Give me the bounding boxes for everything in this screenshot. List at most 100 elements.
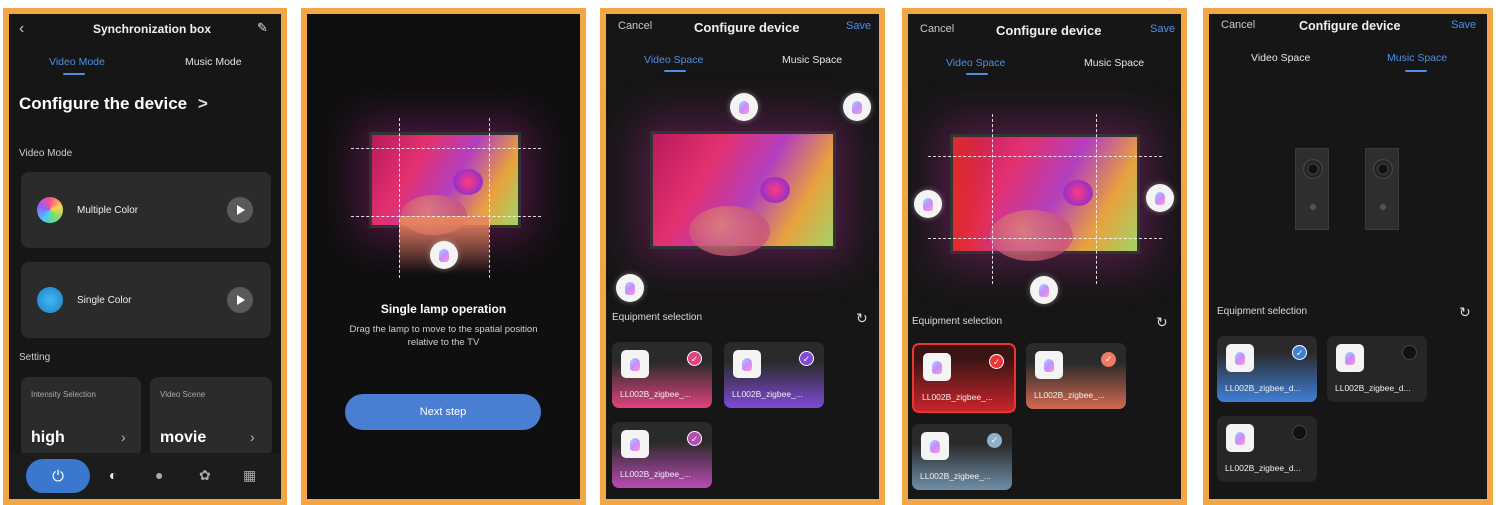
power-icon[interactable]: ⏻	[26, 459, 90, 493]
unchecked-circle-icon[interactable]	[1292, 425, 1307, 440]
lamp-bulb-icon[interactable]	[914, 190, 942, 218]
setting-value: high	[31, 429, 65, 446]
configure-video-grid-screen: Cancel Configure device Save Video Space…	[908, 14, 1181, 499]
configure-device-link[interactable]: Configure the device >	[19, 94, 208, 114]
device-card[interactable]: ✓ LL002B_zigbee_d...	[1217, 336, 1317, 402]
grid-line	[992, 114, 993, 284]
check-icon[interactable]: ✓	[1101, 352, 1116, 367]
bulb-icon	[1226, 424, 1254, 452]
device-card[interactable]: ✓ LL002B_zigbee_...	[1026, 343, 1126, 409]
device-name: LL002B_zigbee_d...	[1225, 383, 1301, 393]
device-card[interactable]: ✓ LL002B_zigbee_...	[612, 422, 712, 488]
bottom-tab-bar: ⏻ ◐ ● ✿ ▦	[9, 453, 281, 499]
refresh-icon[interactable]: ↻	[1459, 304, 1471, 321]
device-card[interactable]: ✓ LL002B_zigbee_...	[724, 342, 824, 408]
page-title: Synchronization box	[93, 22, 212, 36]
bulb-icon	[921, 432, 949, 460]
edit-icon[interactable]: ✎	[257, 20, 268, 36]
device-name: LL002B_zigbee_...	[1034, 390, 1105, 400]
check-icon[interactable]: ✓	[1292, 345, 1307, 360]
device-card[interactable]: ✓ LL002B_zigbee_...	[612, 342, 712, 408]
grid-line	[928, 156, 1162, 157]
sync-icon[interactable]: ◐	[109, 467, 117, 483]
tab-video-space[interactable]: Video Space	[946, 57, 1005, 69]
lamp-bulb-icon[interactable]	[616, 274, 644, 302]
next-step-button[interactable]: Next step	[345, 394, 541, 430]
check-icon[interactable]: ✓	[687, 431, 702, 446]
speaker-tweeter	[1310, 204, 1316, 210]
chevron-left-icon[interactable]: ‹	[19, 20, 24, 38]
setting-card-scene[interactable]: Video Scene movie ›	[150, 377, 272, 457]
phone-frame-4: Cancel Configure device Save Video Space…	[902, 8, 1187, 505]
mode-card-single[interactable]: Single Color	[21, 262, 271, 338]
equipment-selection-title: Equipment selection	[612, 312, 703, 323]
setting-caption: Intensity Selection	[31, 390, 96, 399]
device-name: LL002B_zigbee_d...	[1225, 463, 1301, 473]
save-button[interactable]: Save	[846, 20, 871, 32]
configure-music-screen: Cancel Configure device Save Video Space…	[1209, 14, 1487, 499]
device-card[interactable]: LL002B_zigbee_d...	[1217, 416, 1317, 482]
bulb-icon[interactable]: ●	[155, 467, 163, 483]
mode-label: Multiple Color	[77, 205, 139, 216]
device-card[interactable]: ✓ LL002B_zigbee_...	[912, 424, 1012, 490]
instruction-title: Single lamp operation	[380, 302, 507, 316]
tv-glow	[1062, 180, 1093, 207]
bulb-icon	[621, 350, 649, 378]
grid-icon[interactable]: ▦	[243, 467, 256, 484]
grid-line	[351, 216, 541, 217]
single-color-swatch-icon	[37, 287, 63, 313]
save-button[interactable]: Save	[1150, 23, 1175, 35]
refresh-icon[interactable]: ↻	[856, 310, 868, 327]
tab-music-mode[interactable]: Music Mode	[185, 56, 242, 68]
lamp-bulb-icon[interactable]	[843, 93, 871, 121]
page-title: Configure device	[1299, 19, 1401, 33]
check-icon[interactable]: ✓	[799, 351, 814, 366]
equipment-selection-title: Equipment selection	[1217, 306, 1308, 317]
unchecked-circle-icon[interactable]	[1402, 345, 1417, 360]
tv-glow	[759, 176, 790, 203]
device-name: LL002B_zigbee_...	[922, 392, 993, 402]
bulb-icon	[1226, 344, 1254, 372]
equipment-selection-title: Equipment selection	[912, 316, 1003, 327]
page-title: Configure device	[996, 23, 1102, 38]
tab-video-mode[interactable]: Video Mode	[49, 56, 105, 68]
lamp-bulb-icon[interactable]	[1030, 276, 1058, 304]
lamp-bulb-icon[interactable]	[730, 93, 758, 121]
page-title: Configure device	[694, 20, 800, 35]
tv-glow	[452, 169, 483, 196]
section-setting: Setting	[19, 352, 51, 363]
tab-video-space[interactable]: Video Space	[644, 54, 703, 66]
chevron-right-icon: ›	[121, 429, 126, 445]
check-icon[interactable]: ✓	[987, 433, 1002, 448]
check-icon[interactable]: ✓	[989, 354, 1004, 369]
save-button[interactable]: Save	[1451, 19, 1476, 31]
device-card[interactable]: LL002B_zigbee_d...	[1327, 336, 1427, 402]
cancel-button[interactable]: Cancel	[618, 20, 652, 32]
mode-card-multiple[interactable]: Multiple Color	[21, 172, 271, 248]
tab-music-space[interactable]: Music Space	[1387, 52, 1447, 64]
tab-music-space[interactable]: Music Space	[782, 54, 842, 66]
speaker-left-icon	[1295, 148, 1329, 230]
lamp-bulb-icon[interactable]	[1146, 184, 1174, 212]
cancel-button[interactable]: Cancel	[920, 23, 954, 35]
speaker-right-icon	[1365, 148, 1399, 230]
play-icon[interactable]	[227, 287, 253, 313]
red-zone	[953, 137, 993, 251]
device-name: LL002B_zigbee_...	[732, 389, 803, 399]
check-icon[interactable]: ✓	[687, 351, 702, 366]
device-card-selected[interactable]: ✓ LL002B_zigbee_...	[912, 343, 1016, 413]
cancel-button[interactable]: Cancel	[1221, 19, 1255, 31]
tab-underline	[63, 73, 85, 75]
single-lamp-screen: Single lamp operation Drag the lamp to m…	[307, 14, 580, 499]
palette-icon[interactable]: ✿	[199, 467, 211, 484]
tv-illustration	[950, 134, 1140, 261]
tab-music-space[interactable]: Music Space	[1084, 57, 1144, 69]
tab-video-space[interactable]: Video Space	[1251, 52, 1310, 64]
refresh-icon[interactable]: ↻	[1156, 314, 1168, 331]
tab-underline	[664, 70, 686, 72]
bulb-icon	[1035, 351, 1063, 379]
play-icon[interactable]	[227, 197, 253, 223]
lamp-bulb-icon[interactable]	[430, 241, 458, 269]
setting-card-intensity[interactable]: Intensity Selection high ›	[21, 377, 141, 457]
grid-line	[489, 118, 490, 278]
